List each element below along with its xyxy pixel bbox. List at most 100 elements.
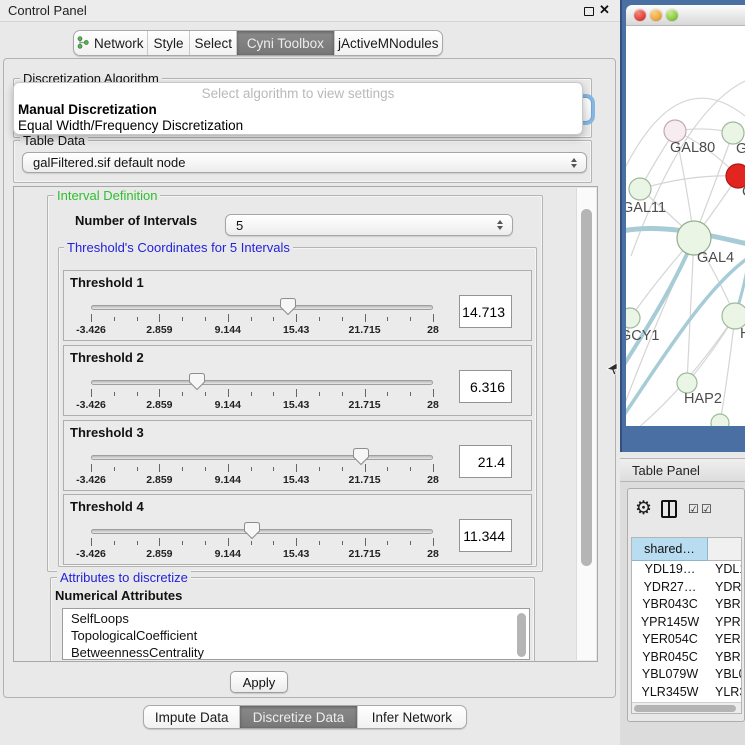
- slider-ticks: [91, 389, 433, 398]
- dropdown-item-manual-discretization[interactable]: Manual Discretization: [18, 102, 157, 117]
- table-data-combo-value: galFiltered.sif default node: [33, 155, 185, 170]
- slider-track[interactable]: [91, 305, 433, 310]
- gear-icon[interactable]: ⚙: [635, 497, 652, 520]
- threshold-1-slider[interactable]: -3.4262.8599.14415.4321.71528: [91, 297, 433, 341]
- numerical-attributes-list[interactable]: SelfLoops TopologicalCoefficient Between…: [62, 608, 530, 660]
- threshold-value-input[interactable]: [459, 295, 512, 328]
- tab-cyni-toolbox[interactable]: Cyni Toolbox: [237, 31, 334, 55]
- bottom-tab-bar: Impute Data Discretize Data Infer Networ…: [143, 705, 467, 729]
- table-row[interactable]: YBL079WYBL0: [632, 666, 742, 684]
- combo-arrows-icon: [497, 220, 503, 230]
- columns-icon[interactable]: [661, 500, 677, 518]
- threshold-4-slider[interactable]: -3.4262.8599.14415.4321.71528: [91, 521, 433, 565]
- tab-label: Infer Network: [372, 710, 452, 725]
- mouse-cursor: [606, 362, 618, 376]
- float-window-icon[interactable]: [584, 7, 594, 16]
- slider-ticks: [91, 464, 433, 473]
- svg-text:H: H: [740, 326, 745, 342]
- minimize-traffic-light-icon[interactable]: [650, 9, 662, 21]
- network-icon: [77, 36, 89, 52]
- interval-definition-title: Interval Definition: [54, 188, 160, 203]
- tab-select[interactable]: Select: [190, 31, 237, 55]
- slider-scale-labels: -3.4262.8599.14415.4321.71528: [91, 399, 433, 412]
- dropdown-item-equal-width[interactable]: Equal Width/Frequency Discretization: [18, 118, 243, 133]
- table-row[interactable]: YBR045CYBR0: [632, 649, 742, 667]
- threshold-label: Threshold 1: [70, 275, 144, 290]
- tab-jactivemnodules[interactable]: jActiveMNodules: [335, 31, 442, 55]
- threshold-2-slider[interactable]: -3.4262.8599.14415.4321.71528: [91, 372, 433, 416]
- threshold-value-input[interactable]: [459, 519, 512, 552]
- table-row[interactable]: YLR345WYLR3: [632, 684, 742, 702]
- column-header-shared-name[interactable]: shared…: [632, 538, 708, 561]
- close-traffic-light-icon[interactable]: [634, 9, 646, 21]
- network-window-titlebar: [626, 5, 745, 26]
- table-panel-title: Table Panel: [632, 463, 700, 478]
- number-of-intervals-combo[interactable]: 5: [225, 214, 513, 236]
- network-canvas[interactable]: GAL80 GA C GAL11 GAL4 GCY1 H HAP2: [626, 26, 745, 426]
- table-data-combo[interactable]: galFiltered.sif default node: [22, 152, 587, 173]
- threshold-label: Threshold 2: [70, 350, 144, 365]
- svg-text:GAL11: GAL11: [626, 200, 666, 216]
- tab-network[interactable]: Network: [74, 31, 148, 55]
- list-scrollbar-thumb[interactable]: [517, 613, 526, 657]
- tab-impute-data[interactable]: Impute Data: [144, 706, 240, 728]
- tab-label: Discretize Data: [253, 710, 345, 725]
- slider-track[interactable]: [91, 529, 433, 534]
- settings-scroll-pane: Interval Definition Number of Intervals …: [13, 186, 598, 662]
- close-icon[interactable]: ✕: [599, 2, 610, 18]
- tab-style[interactable]: Style: [148, 31, 191, 55]
- tab-discretize-data[interactable]: Discretize Data: [240, 706, 357, 728]
- control-panel-titlebar: Control Panel ✕: [0, 0, 620, 22]
- scrollbar-track[interactable]: [576, 188, 596, 660]
- column-header-name[interactable]: na: [708, 538, 742, 561]
- tab-label: Impute Data: [155, 710, 229, 725]
- dropdown-placeholder-item[interactable]: Select algorithm to view settings: [14, 86, 582, 101]
- table-row[interactable]: YPR145WYPR1: [632, 614, 742, 632]
- list-item[interactable]: SelfLoops: [71, 610, 129, 627]
- tab-label: Style: [153, 36, 183, 51]
- threshold-1-panel: Threshold 1 -3.4262.8599.14415.4321.7152…: [63, 270, 532, 341]
- list-item[interactable]: BetweennessCentrality: [71, 644, 204, 660]
- threshold-3-slider[interactable]: -3.4262.8599.14415.4321.71528: [91, 447, 433, 491]
- zoom-traffic-light-icon[interactable]: [666, 9, 678, 21]
- slider-handle[interactable]: [353, 448, 369, 471]
- attributes-group-title: Attributes to discretize: [57, 570, 191, 585]
- slider-track[interactable]: [91, 455, 433, 460]
- numerical-attributes-label: Numerical Attributes: [55, 588, 182, 603]
- table-row[interactable]: YER054CYER0: [632, 631, 742, 649]
- slider-handle[interactable]: [244, 522, 260, 545]
- slider-scale-labels: -3.4262.8599.14415.4321.71528: [91, 474, 433, 487]
- checkbox-icon[interactable]: ☑: [688, 502, 699, 516]
- tab-infer-network[interactable]: Infer Network: [358, 706, 466, 728]
- checkbox-icon[interactable]: ☑: [701, 502, 712, 516]
- svg-text:GAL80: GAL80: [670, 140, 715, 156]
- threshold-value-input[interactable]: [459, 445, 512, 478]
- table-panel-box: ⚙ ☑ ☑ shared… na YDL19…YDL1 YDR27…YDR2 Y…: [627, 488, 745, 722]
- window-title: Control Panel: [8, 3, 87, 18]
- list-item[interactable]: TopologicalCoefficient: [71, 627, 197, 644]
- table-row[interactable]: YDL19…YDL1: [632, 561, 742, 579]
- tab-label: Select: [194, 36, 232, 51]
- svg-text:GAL4: GAL4: [697, 250, 734, 266]
- table-row[interactable]: YDR27…YDR2: [632, 579, 742, 597]
- scrollbar-thumb[interactable]: [581, 209, 592, 566]
- slider-scale-labels: -3.4262.8599.14415.4321.71528: [91, 548, 433, 561]
- threshold-2-panel: Threshold 2 -3.4262.8599.14415.4321.7152…: [63, 345, 532, 416]
- threshold-value-input[interactable]: [459, 370, 512, 403]
- slider-handle[interactable]: [189, 373, 205, 396]
- slider-scale-labels: -3.4262.8599.14415.4321.71528: [91, 324, 433, 337]
- horizontal-scrollbar[interactable]: [632, 702, 741, 713]
- thresholds-group-title: Threshold's Coordinates for 5 Intervals: [64, 240, 293, 255]
- slider-handle[interactable]: [280, 298, 296, 321]
- table-row[interactable]: YBR043CYBR0: [632, 596, 742, 614]
- slider-track[interactable]: [91, 380, 433, 385]
- slider-ticks: [91, 538, 433, 547]
- horizontal-scrollbar-thumb[interactable]: [634, 705, 736, 712]
- threshold-label: Threshold 4: [70, 499, 144, 514]
- tab-label: Cyni Toolbox: [247, 36, 324, 51]
- table-data-title: Table Data: [20, 133, 88, 148]
- node-table[interactable]: shared… na YDL19…YDL1 YDR27…YDR2 YBR043C…: [631, 537, 742, 714]
- svg-text:HAP2: HAP2: [684, 391, 722, 407]
- apply-button[interactable]: Apply: [230, 671, 288, 693]
- tab-label: Network: [94, 36, 144, 51]
